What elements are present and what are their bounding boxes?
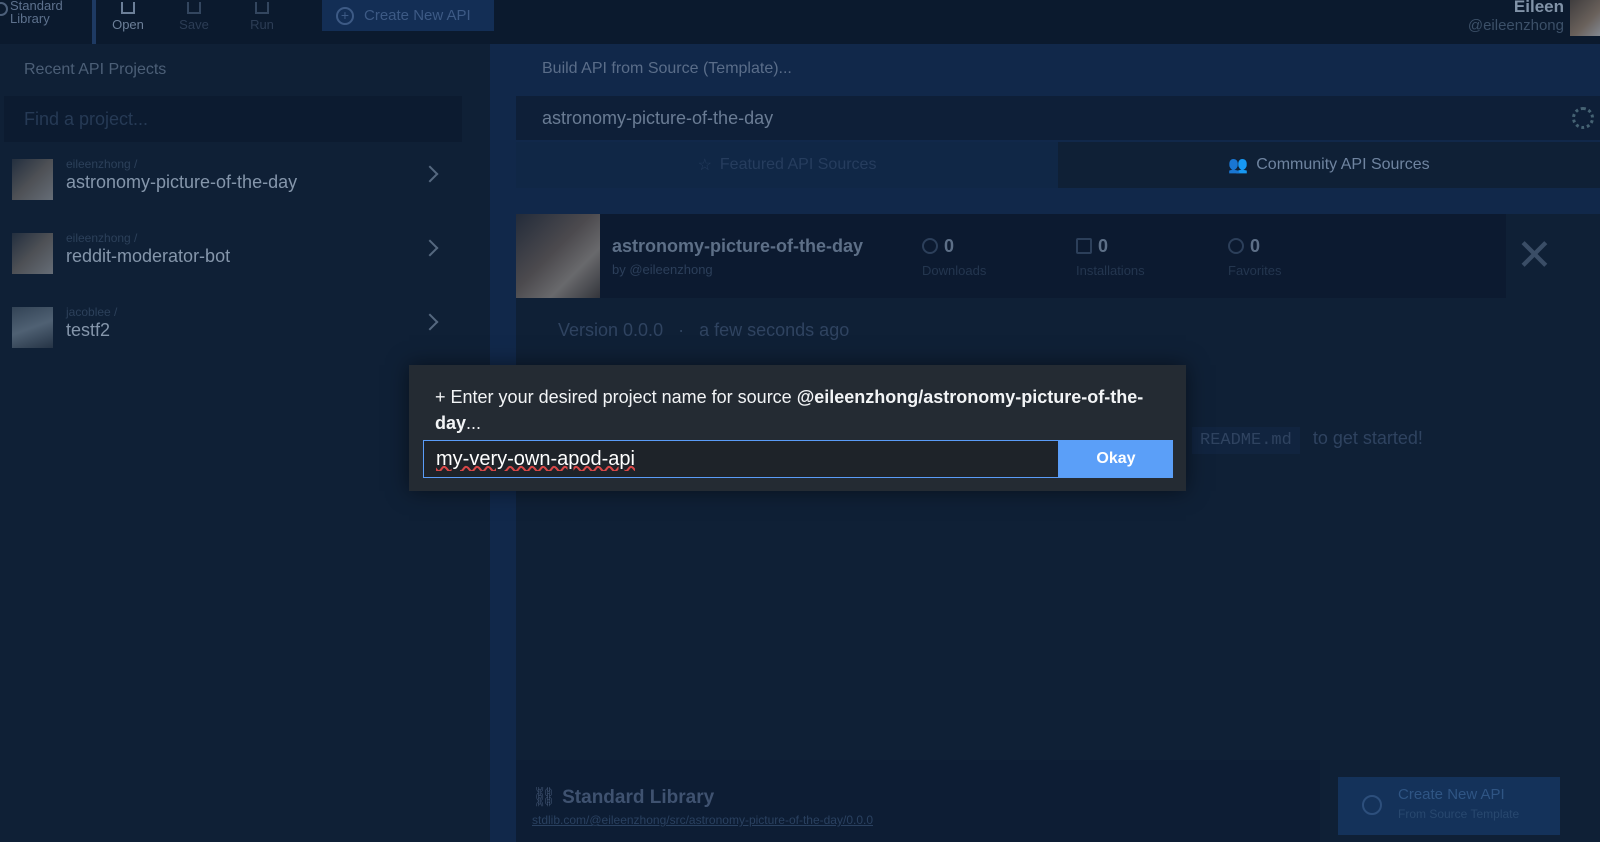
- heart-icon: [1228, 238, 1244, 254]
- plus-circle-icon: +: [336, 6, 354, 25]
- users-icon: 👥: [1228, 157, 1249, 174]
- okay-button[interactable]: Okay: [1059, 440, 1173, 478]
- run-icon: [255, 2, 269, 14]
- download-icon: [922, 238, 938, 254]
- footer-title: ⛓ Standard Library: [532, 787, 715, 808]
- downloads-stat: 0 Downloads: [922, 236, 987, 278]
- project-owner: eileenzhong /: [66, 231, 138, 245]
- project-item[interactable]: eileenzhong / reddit-moderator-bot: [0, 226, 460, 286]
- dialog-prompt: + Enter your desired project name for so…: [435, 387, 1144, 433]
- avatar: [12, 233, 53, 274]
- loading-spinner-icon: [1572, 107, 1594, 129]
- project-name: testf2: [66, 320, 111, 340]
- tab-featured-api-sources[interactable]: ☆ Featured API Sources: [516, 142, 1058, 188]
- save-button[interactable]: Save: [160, 0, 228, 44]
- source-tabs: ☆ Featured API Sources 👥 Community API S…: [516, 142, 1600, 188]
- readme-code: README.md: [1192, 427, 1300, 454]
- link-icon: ⛓: [532, 787, 557, 808]
- project-item[interactable]: jacoblee / testf2: [0, 300, 460, 360]
- avatar: [516, 214, 600, 298]
- project-owner: jacoblee /: [66, 305, 118, 319]
- find-project-input[interactable]: [4, 96, 462, 142]
- download-circle-icon: [1362, 795, 1382, 815]
- source-search-input[interactable]: astronomy-picture-of-the-day: [516, 96, 1600, 140]
- source-card: astronomy-picture-of-the-day by @eileenz…: [516, 214, 1600, 842]
- project-name-input[interactable]: [423, 440, 1059, 478]
- open-button[interactable]: Open: [92, 0, 160, 44]
- project-name-dialog: + Enter your desired project name for so…: [409, 365, 1186, 491]
- brand-logo-icon: [0, 2, 8, 16]
- installations-stat: 0 Installations: [1076, 236, 1145, 278]
- project-name: astronomy-picture-of-the-day: [66, 172, 298, 192]
- source-card-header: astronomy-picture-of-the-day by @eileenz…: [516, 214, 1506, 298]
- run-button[interactable]: Run: [228, 0, 296, 44]
- readme-hint: README.md to get started!: [1192, 427, 1423, 454]
- user-handle: @eileenzhong: [1467, 17, 1564, 34]
- brand[interactable]: Standard Library: [0, 0, 86, 36]
- copy-icon: [1076, 238, 1092, 254]
- tab-community-api-sources[interactable]: 👥 Community API Sources: [1058, 142, 1600, 188]
- create-new-api-button[interactable]: + Create New API: [322, 0, 494, 31]
- avatar: [12, 307, 53, 348]
- project-name: reddit-moderator-bot: [66, 246, 231, 266]
- build-title: Build API from Source (Template)...: [542, 60, 792, 77]
- star-icon: ☆: [697, 157, 712, 174]
- project-owner: eileenzhong /: [66, 157, 138, 171]
- favorites-stat[interactable]: 0 Favorites: [1228, 236, 1281, 278]
- chevron-right-icon: [421, 313, 439, 331]
- project-item[interactable]: eileenzhong / astronomy-picture-of-the-d…: [0, 152, 460, 212]
- chevron-right-icon: [421, 165, 439, 183]
- source-title[interactable]: astronomy-picture-of-the-day: [612, 236, 863, 257]
- user-info[interactable]: Eileen @eileenzhong: [1468, 0, 1564, 34]
- source-author[interactable]: by @eileenzhong: [612, 262, 713, 277]
- open-icon: [121, 2, 135, 14]
- create-new-api-from-template-button[interactable]: Create New API From Source Template: [1338, 777, 1560, 835]
- top-bar: Standard Library Open Save Run + Create …: [0, 0, 1600, 44]
- save-icon: [187, 2, 201, 14]
- source-footer: ⛓ Standard Library stdlib.com/@eileenzhon…: [516, 760, 1320, 842]
- user-avatar[interactable]: [1570, 0, 1600, 36]
- user-name: Eileen: [1513, 0, 1564, 16]
- avatar: [12, 159, 53, 200]
- top-nav: Open Save Run: [92, 0, 296, 44]
- close-icon[interactable]: ✕: [1516, 234, 1553, 278]
- sidebar-title: Recent API Projects: [24, 61, 167, 78]
- source-url-link[interactable]: stdlib.com/@eileenzhong/src/astronomy-pi…: [532, 813, 873, 827]
- version-info: Version 0.0.0 · a few seconds ago: [558, 320, 850, 340]
- plus-icon: +: [435, 387, 446, 407]
- brand-name: Standard Library: [10, 0, 63, 26]
- chevron-right-icon: [421, 239, 439, 257]
